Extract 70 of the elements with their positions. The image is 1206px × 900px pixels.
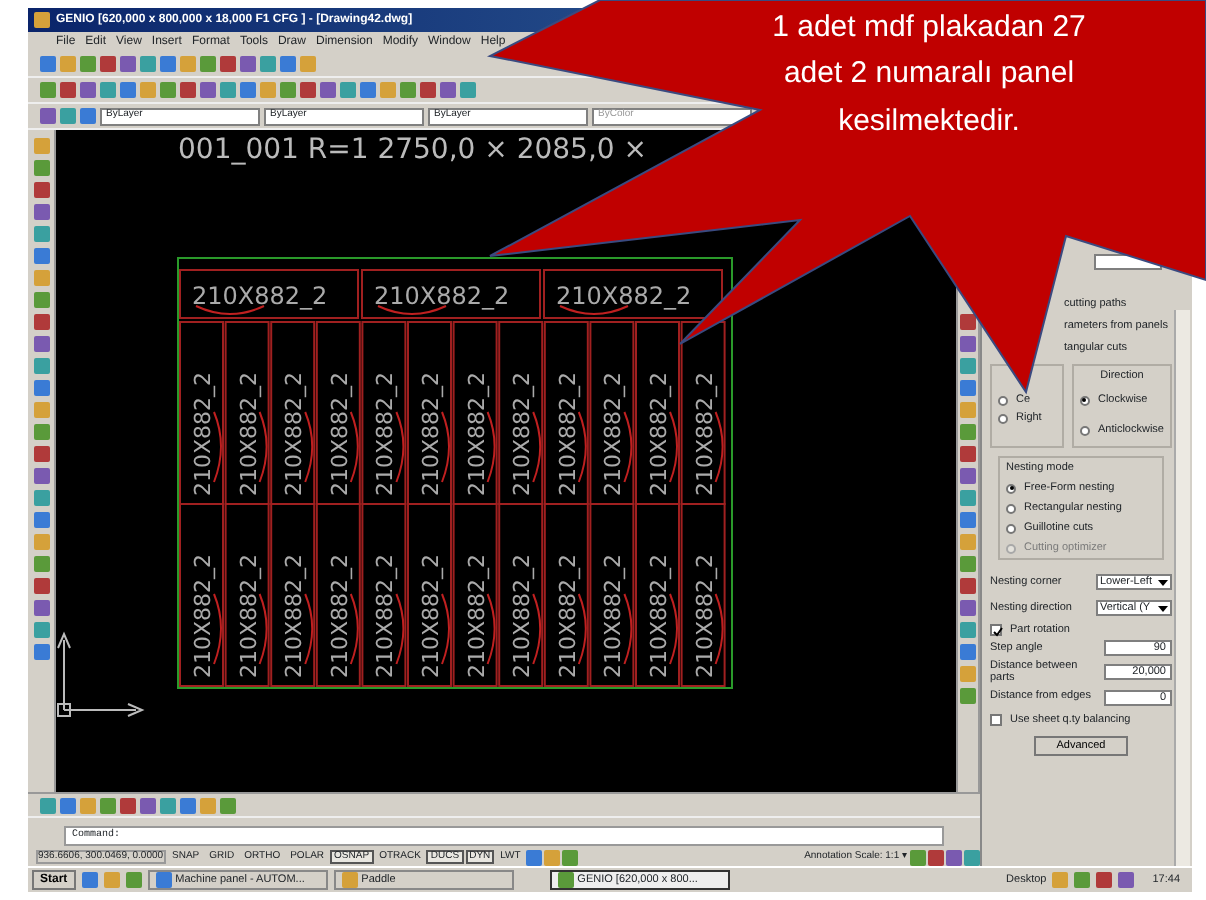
part-label: 210X882_2 <box>463 371 490 496</box>
radio-button[interactable] <box>1006 483 1016 494</box>
arc-mark <box>714 411 724 483</box>
part-label: 210X882_2 <box>600 553 627 678</box>
arc-mark <box>669 593 678 665</box>
part-label: 210X882_2 <box>556 282 692 310</box>
part-label: 210X882_2 <box>281 553 308 678</box>
part-label: 210X882_2 <box>374 282 510 310</box>
arc-mark <box>349 411 359 483</box>
arc-mark <box>623 593 633 665</box>
part-label: 210X882_2 <box>326 371 353 496</box>
part-label: 210X882_2 <box>281 371 308 496</box>
arc-mark <box>486 411 496 483</box>
caret-icon[interactable] <box>1158 603 1168 614</box>
arc-mark <box>532 411 542 483</box>
arc-mark <box>532 593 542 665</box>
radio-button[interactable] <box>1006 503 1016 514</box>
part-label: 210X882_2 <box>192 282 328 310</box>
part-label: 210X882_2 <box>509 371 536 496</box>
arc-mark <box>395 593 405 665</box>
checkbox[interactable] <box>990 713 1002 726</box>
ucs-icon <box>57 631 145 717</box>
caret-icon[interactable] <box>1158 577 1168 588</box>
radio-button[interactable] <box>1079 395 1090 406</box>
arc-mark <box>395 411 405 483</box>
radio-button[interactable] <box>1006 523 1016 534</box>
part-label: 210X882_2 <box>190 553 216 678</box>
arc-mark <box>349 593 359 665</box>
arc-mark <box>441 411 450 483</box>
arc-mark <box>486 593 496 665</box>
scroll-bar[interactable] <box>1174 310 1190 866</box>
part-label: 210X882_2 <box>691 553 718 678</box>
part-label: 210X882_2 <box>418 553 444 678</box>
part-label: 210X882_2 <box>372 553 399 678</box>
radio-button[interactable] <box>998 413 1008 424</box>
arc-mark <box>669 411 678 483</box>
part-label: 210X882_2 <box>372 371 399 496</box>
app-icon <box>341 872 358 888</box>
arc-mark <box>441 593 450 665</box>
app-icon <box>34 12 50 28</box>
canvas-header: 001_001 R=1 2750,0 × 2085,0 × <box>178 134 647 166</box>
arc-mark <box>304 593 314 665</box>
app-icon <box>557 872 574 888</box>
part-label: 210X882_2 <box>554 371 581 496</box>
part-label: 210X882_2 <box>463 553 490 678</box>
arc-mark <box>577 593 587 665</box>
checkbox[interactable] <box>990 624 1002 637</box>
part-label: 210X882_2 <box>326 553 353 678</box>
callout-text: 1 adet mdf plakadan 27 adet 2 numaralı panel kesilmektedir. <box>770 8 1088 141</box>
part-label: 210X882_2 <box>418 371 444 496</box>
arc-mark <box>258 593 268 665</box>
arc-mark <box>577 411 587 483</box>
arc-mark <box>304 411 314 483</box>
part-label: 210X882_2 <box>235 553 262 678</box>
arc-mark <box>213 411 222 483</box>
radio-button[interactable] <box>998 395 1008 406</box>
arc-mark <box>714 593 724 665</box>
part-label: 210X882_2 <box>509 553 536 678</box>
part-label: 210X882_2 <box>554 553 581 678</box>
part-label: 210X882_2 <box>235 371 262 496</box>
part-label: 210X882_2 <box>646 371 672 496</box>
part-label: 210X882_2 <box>600 371 627 496</box>
arc-mark <box>258 411 268 483</box>
part-label: 210X882_2 <box>190 371 216 496</box>
arc-mark <box>623 411 633 483</box>
arc-mark <box>213 593 222 665</box>
part-label: 210X882_2 <box>646 553 672 678</box>
app-icon <box>155 872 172 888</box>
radio-button[interactable] <box>1079 425 1090 436</box>
part-label: 210X882_2 <box>691 371 718 496</box>
